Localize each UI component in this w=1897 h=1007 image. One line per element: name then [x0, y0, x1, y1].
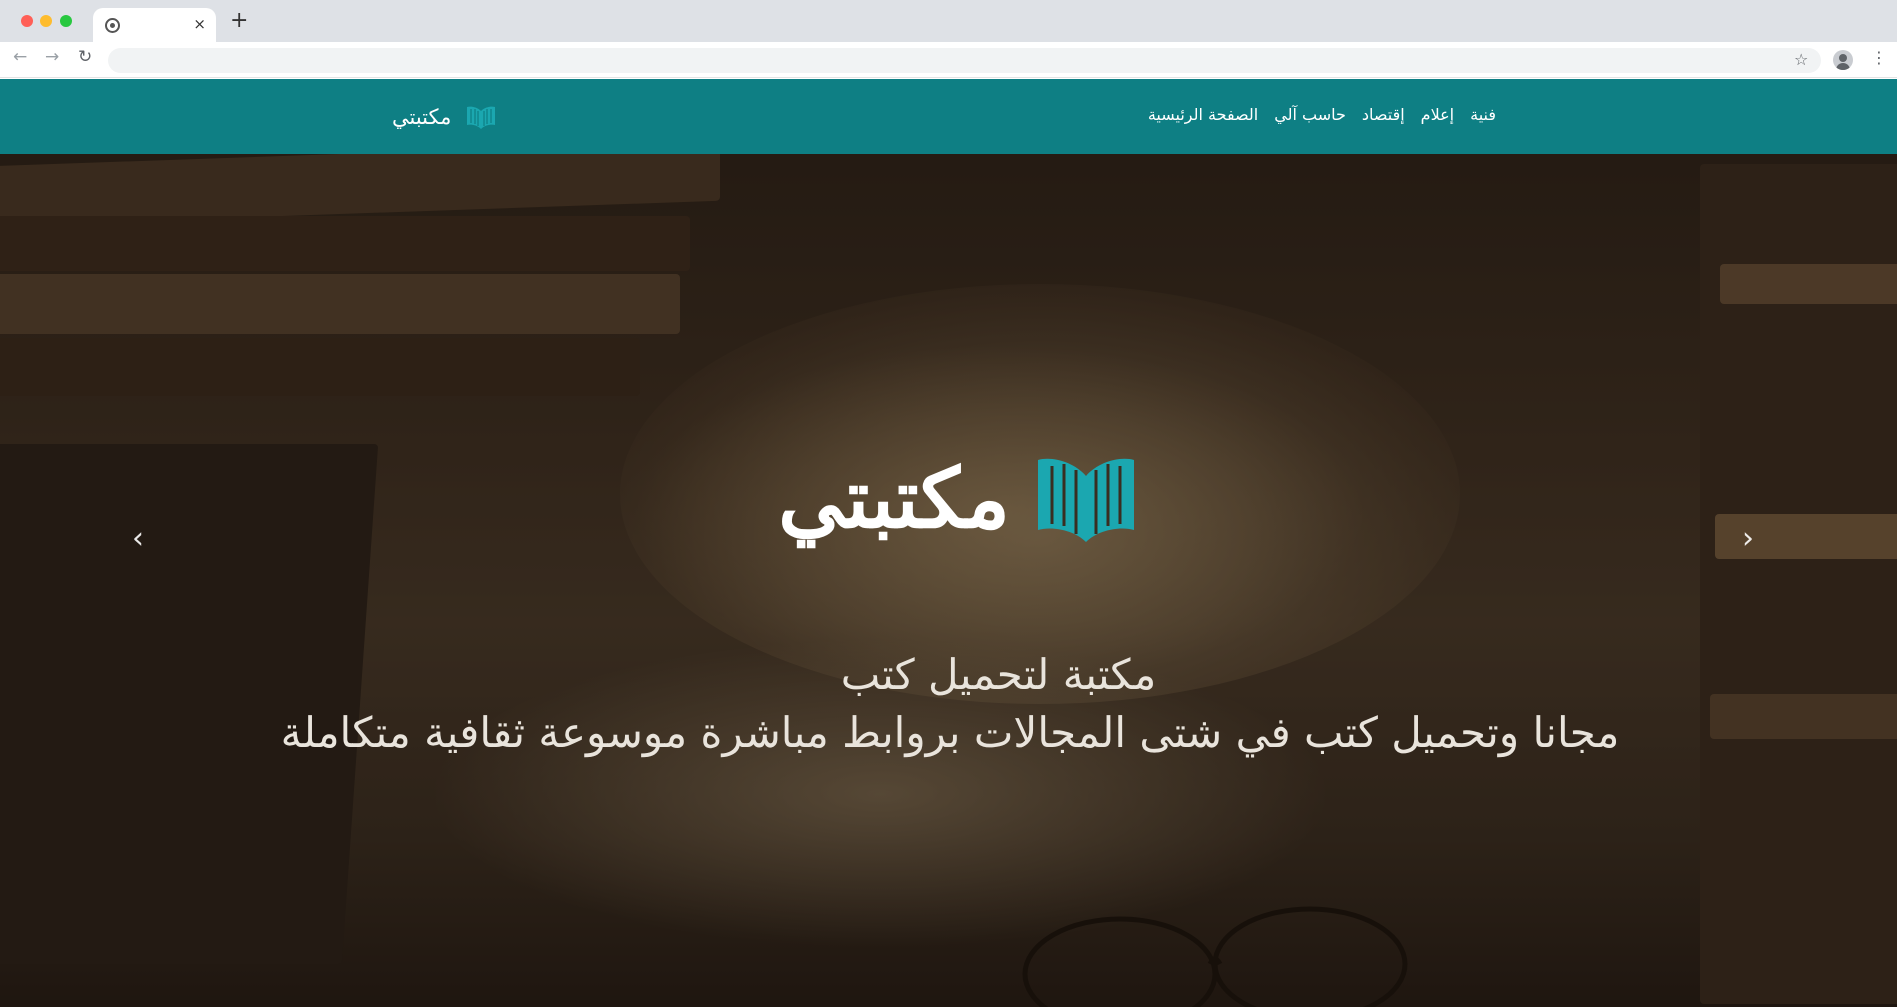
reload-icon[interactable]: ↻ [78, 49, 92, 66]
navbar-brand-text: مكتبتي [392, 105, 452, 129]
plus-icon[interactable]: + [230, 10, 248, 32]
minimize-window-button[interactable] [40, 15, 52, 27]
nav-link-media[interactable]: إعلام [1421, 105, 1454, 124]
favicon-icon [105, 18, 120, 33]
nav-link-home[interactable]: الصفحة الرئيسية [1148, 105, 1258, 124]
nav-link-computer[interactable]: حاسب آلي [1274, 105, 1346, 124]
close-window-button[interactable] [21, 15, 33, 27]
browser-toolbar: ← → ↻ ☆ ⋮ [0, 42, 1897, 78]
close-icon[interactable]: × [193, 15, 206, 33]
forward-arrow-icon[interactable]: → [45, 49, 59, 66]
star-icon[interactable]: ☆ [1794, 50, 1808, 69]
book-logo-icon [1037, 458, 1134, 542]
browser-tab-bar: × + [0, 0, 1897, 42]
hero-tagline-line-2: مجانا وتحميل كتب في شتى المجالات بروابط … [280, 708, 1620, 757]
hero-carousel: ‹ › مكتبتي مكتبة لتحميل كتب مجانا وتحميل… [0, 154, 1897, 1007]
hero-brand-text: مكتبتي [778, 451, 1010, 547]
browser-tab[interactable]: × [93, 8, 216, 42]
carousel-next-button[interactable]: › [1742, 524, 1754, 554]
nav-link-economy[interactable]: إقتصاد [1362, 105, 1405, 124]
address-bar[interactable] [108, 48, 1821, 73]
main-nav: الصفحة الرئيسية حاسب آلي إقتصاد إعلام فن… [1148, 105, 1496, 124]
hero-overlay [0, 154, 1897, 1007]
carousel-prev-button[interactable]: ‹ [132, 524, 144, 554]
hero-tagline-line-1: مكتبة لتحميل كتب [840, 650, 1157, 699]
back-arrow-icon[interactable]: ← [13, 49, 27, 66]
profile-icon[interactable] [1833, 50, 1853, 70]
navbar-brand[interactable]: مكتبتي [392, 101, 497, 133]
book-logo-icon [467, 106, 496, 129]
site-navbar: مكتبتي الصفحة الرئيسية حاسب آلي إقتصاد إ… [0, 79, 1897, 154]
menu-icon[interactable]: ⋮ [1871, 50, 1887, 66]
hero-logo: مكتبتي [758, 444, 1158, 554]
maximize-window-button[interactable] [60, 15, 72, 27]
nav-link-art[interactable]: فنية [1470, 105, 1496, 124]
